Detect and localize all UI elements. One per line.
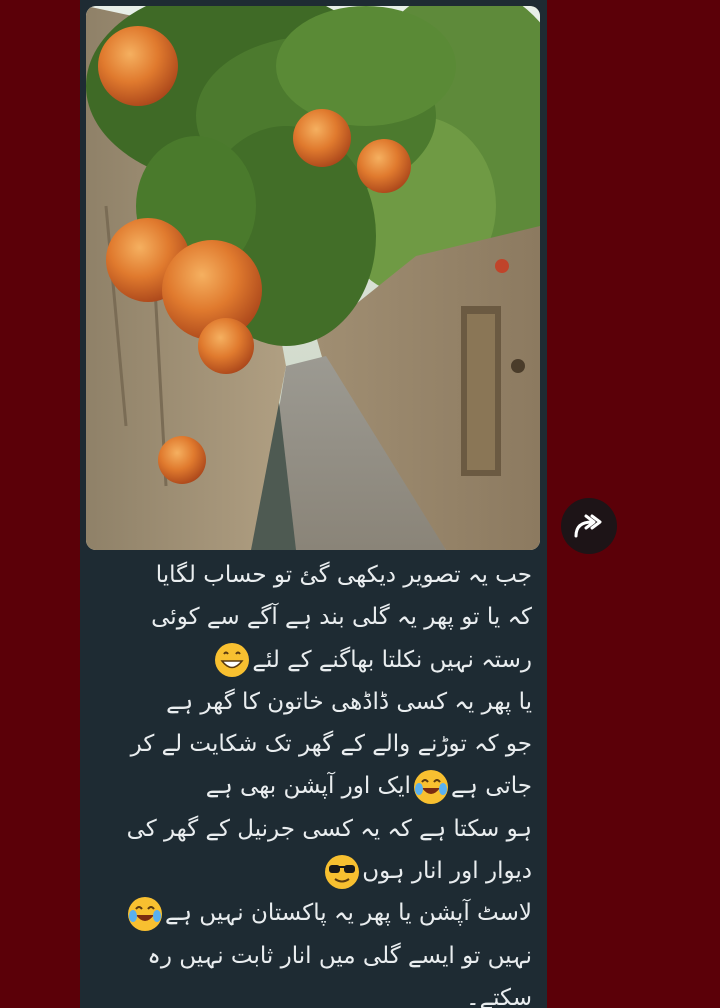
caption-line: سکتے۔ — [466, 984, 532, 1008]
caption-line: جب یہ تصویر دیکھی گئ تو حساب لگایا — [155, 562, 532, 588]
caption-text: رستہ نہیں نکلتا بھاگنے کے لئے — [252, 646, 532, 673]
caption-line: ہو سکتا ہے کہ یہ کسی جرنیل کے گھر کی — [126, 815, 532, 842]
chat-screen: جب یہ تصویر دیکھی گئ تو حساب لگایا کہ یا… — [0, 0, 720, 1008]
caption-line: رستہ نہیں نکلتا بھاگنے کے لئے — [96, 639, 532, 681]
sunglasses-face-emoji — [325, 854, 360, 889]
caption-line: جو کہ توڑنے والے کے گھر تک شکایت لے کر — [130, 731, 532, 758]
caption-text: ایک اور آپشن بھی ہے — [205, 773, 411, 800]
caption-line: نہیں تو ایسے گلی میں انار ثابت نہیں رہ — [147, 942, 532, 969]
message-photo[interactable] — [86, 6, 540, 550]
tears-of-joy-emoji — [128, 896, 163, 931]
caption-line: یا پھر یہ کسی ڈاڈھی خاتون کا گھر ہے — [166, 688, 532, 715]
pomegranate-alley-image — [86, 6, 540, 550]
grinning-face-emoji — [215, 643, 250, 678]
caption-line: لاسٹ آپشن یا پھر یہ پاکستان نہیں ہے — [96, 892, 532, 934]
caption-text: دیوار اور انار ہوں — [362, 858, 532, 885]
caption-line: کہ یا تو پھر یہ گلی بند ہے آگے سے کوئی — [151, 604, 532, 631]
forward-button[interactable] — [561, 498, 617, 554]
caption-text: جاتی ہے — [450, 773, 532, 800]
caption-line: جاتی ہے ایک اور آپشن بھی ہے — [96, 765, 532, 807]
message-caption: جب یہ تصویر دیکھی گئ تو حساب لگایا کہ یا… — [96, 554, 532, 1008]
caption-line: دیوار اور انار ہوں — [96, 850, 532, 892]
forward-arrow-icon — [574, 514, 602, 538]
tears-of-joy-emoji — [413, 769, 448, 804]
caption-text: لاسٹ آپشن یا پھر یہ پاکستان نہیں ہے — [165, 900, 532, 927]
